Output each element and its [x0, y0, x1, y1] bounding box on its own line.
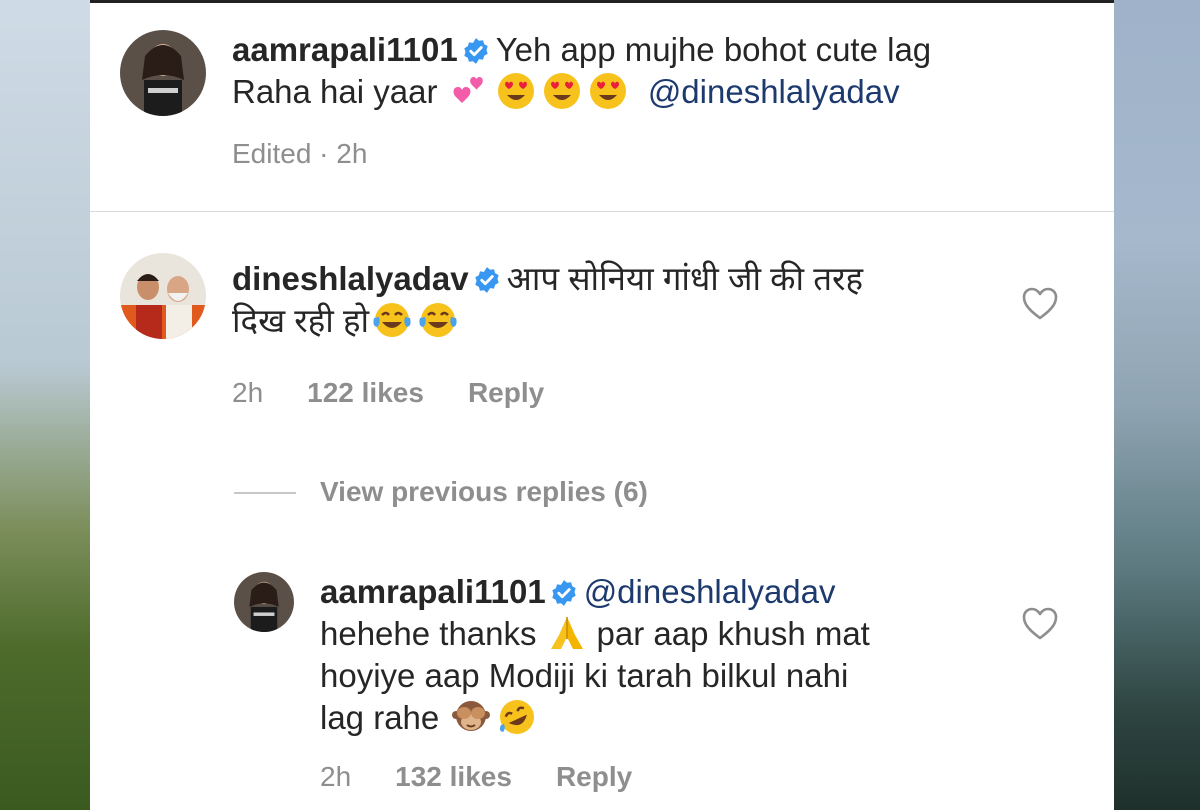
reply-time: 2h	[320, 761, 352, 792]
heart-eyes-emoji	[542, 71, 582, 111]
reply-text: aamrapali1101 @dineshlalyadav hehehe than…	[320, 571, 870, 739]
comment-meta: 2h 122 likes Reply	[232, 376, 588, 410]
reply-button[interactable]: Reply	[556, 761, 632, 792]
verified-badge-icon	[473, 266, 501, 294]
heart-eyes-emoji	[496, 71, 536, 111]
avatar-aamrapali[interactable]	[120, 30, 206, 116]
mention-link[interactable]: @dineshlalyadav	[648, 73, 900, 110]
reply-body-line1a: hehehe thanks	[320, 615, 537, 652]
comment-username[interactable]: aamrapali1101	[232, 31, 458, 68]
reply-button[interactable]: Reply	[468, 377, 544, 408]
folded-hands-emoji	[547, 613, 587, 653]
background-right	[1114, 0, 1200, 810]
avatar-aamrapali-reply[interactable]	[234, 572, 294, 632]
see-no-evil-monkey-emoji	[451, 697, 491, 737]
replies-divider-line	[234, 492, 296, 494]
reply-likes[interactable]: 132 likes	[395, 761, 512, 792]
reply-meta: 2h 132 likes Reply	[320, 760, 676, 794]
reply-username[interactable]: aamrapali1101	[320, 573, 546, 610]
mention-link[interactable]: @dineshlalyadav	[584, 573, 836, 610]
reply-body-line1b: par aap khush mat	[596, 615, 870, 652]
background-left	[0, 0, 90, 810]
comment-username[interactable]: dineshlalyadav	[232, 260, 469, 297]
comment-body-line1: Yeh app mujhe bohot cute lag	[495, 31, 932, 68]
comment-body-line2: Raha hai yaar	[232, 73, 438, 110]
like-heart-icon[interactable]	[1022, 607, 1058, 641]
verified-badge-icon	[462, 37, 490, 65]
comment-text: aamrapali1101 Yeh app mujhe bohot cute la…	[232, 29, 931, 113]
avatar-dineshlalyadav[interactable]	[120, 253, 206, 339]
comment-text: dineshlalyadav आप सोनिया गांधी जी की तरह …	[232, 258, 863, 342]
reply-body-line2: hoyiye aap Modiji ki tarah bilkul nahi	[320, 657, 849, 694]
edited-timestamp: Edited · 2h	[232, 138, 368, 169]
comment-meta: Edited · 2h	[232, 137, 411, 171]
tears-of-joy-emoji	[418, 300, 458, 340]
comment-body-line2: दिख रही हो	[232, 302, 370, 339]
reply-body-line3: lag rahe	[320, 699, 440, 736]
like-heart-icon[interactable]	[1022, 287, 1058, 321]
view-previous-replies-button[interactable]: View previous replies (6)	[320, 475, 648, 509]
rofl-emoji	[497, 697, 537, 737]
heart-eyes-emoji	[588, 71, 628, 111]
comment-time: 2h	[232, 377, 264, 408]
comments-panel: aamrapali1101 Yeh app mujhe bohot cute la…	[90, 0, 1114, 810]
tears-of-joy-emoji	[372, 300, 412, 340]
two-hearts-emoji	[450, 71, 490, 111]
divider	[90, 211, 1114, 212]
comment-body-line1: आप सोनिया गांधी जी की तरह	[506, 260, 864, 297]
verified-badge-icon	[550, 579, 578, 607]
comment-likes[interactable]: 122 likes	[307, 377, 424, 408]
